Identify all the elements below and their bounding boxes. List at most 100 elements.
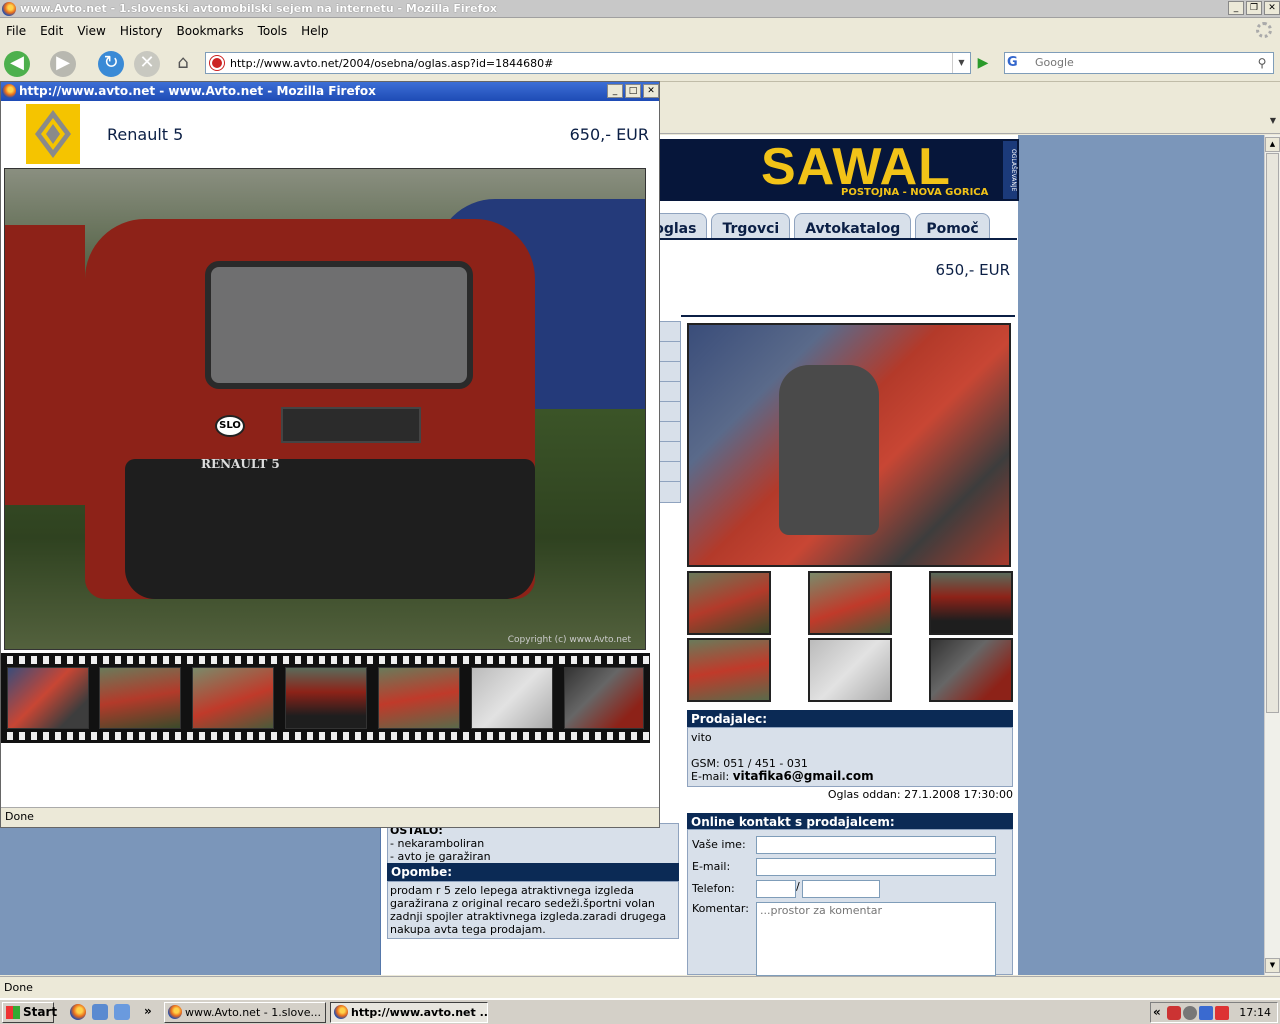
- notes-line: nakupa avta tega prodajam.: [390, 923, 546, 936]
- network-icon[interactable]: [1199, 1006, 1213, 1020]
- antivirus-shield-icon[interactable]: [1167, 1006, 1181, 1020]
- filmstrip-thumbnail[interactable]: [471, 667, 553, 729]
- main-car-photo[interactable]: [687, 323, 1011, 567]
- seller-email-link[interactable]: vitafika6@gmail.com: [733, 769, 874, 783]
- photo-copyright: Copyright (c) www.Avto.net: [507, 635, 631, 645]
- menu-bar: File Edit View History Bookmarks Tools H…: [0, 19, 1280, 43]
- firefox-icon: [334, 1005, 348, 1019]
- windows-logo-icon: [6, 1006, 20, 1019]
- search-engine-icon[interactable]: G: [1007, 55, 1033, 71]
- email-input[interactable]: [756, 858, 996, 876]
- seller-box: vito GSM: 051 / 451 - 031 E-mail: vitafi…: [687, 727, 1013, 787]
- banner-vertical-text: OGLAŠEVANJE: [1003, 141, 1017, 199]
- restore-button[interactable]: ❐: [1246, 1, 1262, 15]
- popup-maximize-button[interactable]: □: [625, 84, 641, 98]
- tab-pomoc[interactable]: Pomoč: [915, 213, 990, 239]
- photo-bumper: [125, 459, 535, 599]
- quicklaunch-desktop-icon[interactable]: [114, 1004, 130, 1020]
- photo-popup-window: http://www.avto.net - www.Avto.net - Moz…: [0, 81, 660, 828]
- name-label: Vaše ime:: [692, 838, 746, 851]
- tray-expand-icon[interactable]: «: [1153, 1005, 1161, 1019]
- seller-email-label: E-mail:: [691, 770, 730, 783]
- start-button[interactable]: Start: [2, 1002, 58, 1023]
- notes-line: garažirana z original recaro sedeži.špor…: [390, 897, 655, 910]
- vertical-scrollbar[interactable]: ▲ ▼: [1264, 135, 1280, 975]
- phone-number-input[interactable]: [802, 880, 880, 898]
- task-label: http://www.avto.net ...: [351, 1006, 488, 1019]
- tray-app-icon[interactable]: [1183, 1006, 1197, 1020]
- phone-prefix-input[interactable]: [756, 880, 796, 898]
- tab-divider: [659, 238, 1017, 240]
- renault-logo-icon: [26, 104, 80, 164]
- menu-history[interactable]: History: [120, 24, 163, 38]
- photo-thumbnail[interactable]: [687, 638, 771, 702]
- photo-thumbnail[interactable]: [929, 571, 1013, 635]
- tab-avtokatalog[interactable]: Avtokatalog: [794, 213, 912, 239]
- reload-icon[interactable]: ↻: [98, 51, 124, 77]
- seat-shape: [779, 365, 879, 535]
- taskbar-popup-window[interactable]: http://www.avto.net ...: [330, 1002, 488, 1023]
- contact-form: Vaše ime: E-mail: Telefon: / Komentar:: [687, 829, 1013, 976]
- menu-tools[interactable]: Tools: [258, 24, 288, 38]
- close-button[interactable]: ✕: [1264, 1, 1280, 15]
- filmstrip-thumbnail[interactable]: [192, 667, 274, 729]
- scroll-thumb[interactable]: [1266, 153, 1279, 713]
- quicklaunch-ie-icon[interactable]: [92, 1004, 108, 1020]
- main-window-title: www.Avto.net - 1.slovenski avtomobilski …: [20, 2, 498, 15]
- filmstrip-thumbnail[interactable]: [285, 667, 367, 729]
- clock: 17:14: [1239, 1006, 1271, 1019]
- photo-license-plate: [281, 407, 421, 443]
- comment-textarea[interactable]: [756, 902, 996, 976]
- search-input[interactable]: [1035, 56, 1245, 69]
- menu-bookmarks[interactable]: Bookmarks: [177, 24, 244, 38]
- minimize-button[interactable]: _: [1228, 1, 1244, 15]
- firefox-icon: [2, 84, 16, 98]
- menu-help[interactable]: Help: [301, 24, 328, 38]
- popup-status-bar: Done: [1, 807, 659, 827]
- photo-thumbnail[interactable]: [808, 571, 892, 635]
- other-item: - avto je garažiran: [390, 850, 491, 863]
- seller-heading: Prodajalec:: [687, 710, 1013, 728]
- menu-edit[interactable]: Edit: [40, 24, 63, 38]
- magnifier-icon[interactable]: ⚲: [1253, 54, 1271, 72]
- filmstrip-thumbnail[interactable]: [378, 667, 460, 729]
- popup-close-button[interactable]: ✕: [643, 84, 659, 98]
- tray-alert-icon[interactable]: [1215, 1006, 1229, 1020]
- forward-arrow-icon[interactable]: ▶: [50, 51, 76, 77]
- stop-icon[interactable]: ✕: [134, 51, 160, 77]
- firefox-icon: [168, 1005, 182, 1019]
- site-tabs: š oglas Trgovci Avtokatalog Pomoč: [641, 213, 990, 239]
- scroll-up-icon[interactable]: ▲: [1265, 137, 1280, 152]
- search-bar[interactable]: G ⚲: [1004, 52, 1274, 74]
- start-label: Start: [23, 1005, 58, 1019]
- url-dropdown-icon[interactable]: ▼: [952, 53, 970, 73]
- back-arrow-icon[interactable]: ◀: [4, 51, 30, 77]
- filmstrip-thumbnail[interactable]: [7, 667, 89, 729]
- home-icon[interactable]: ⌂: [170, 51, 196, 77]
- tab-trgovci[interactable]: Trgovci: [711, 213, 791, 239]
- menu-file[interactable]: File: [6, 24, 26, 38]
- main-window-titlebar: www.Avto.net - 1.slovenski avtomobilski …: [0, 0, 1280, 18]
- photo-thumbnail[interactable]: [808, 638, 892, 702]
- quicklaunch-more-icon[interactable]: »: [144, 1004, 152, 1018]
- quicklaunch-firefox-icon[interactable]: [70, 1004, 86, 1020]
- url-input[interactable]: [230, 57, 930, 70]
- task-label: www.Avto.net - 1.slove...: [185, 1006, 322, 1019]
- filmstrip-thumbnail[interactable]: [99, 667, 181, 729]
- url-bar[interactable]: ▼: [205, 52, 971, 74]
- photo-thumbnail[interactable]: [687, 571, 771, 635]
- spec-table: [659, 321, 681, 503]
- tab-list-icon[interactable]: ▼: [1270, 116, 1276, 125]
- posted-date: Oglas oddan: 27.1.2008 17:30:00: [827, 788, 1013, 801]
- popup-titlebar[interactable]: http://www.avto.net - www.Avto.net - Moz…: [1, 82, 659, 101]
- scroll-down-icon[interactable]: ▼: [1265, 958, 1280, 973]
- filmstrip-thumbnail[interactable]: [564, 667, 644, 729]
- name-input[interactable]: [756, 836, 996, 854]
- taskbar-main-window[interactable]: www.Avto.net - 1.slove...: [164, 1002, 326, 1023]
- system-tray: « 17:14: [1150, 1002, 1278, 1023]
- menu-view[interactable]: View: [77, 24, 105, 38]
- throbber-icon: [1256, 22, 1272, 38]
- popup-minimize-button[interactable]: _: [607, 84, 623, 98]
- photo-thumbnail[interactable]: [929, 638, 1013, 702]
- go-arrow-icon[interactable]: ▶: [974, 54, 992, 72]
